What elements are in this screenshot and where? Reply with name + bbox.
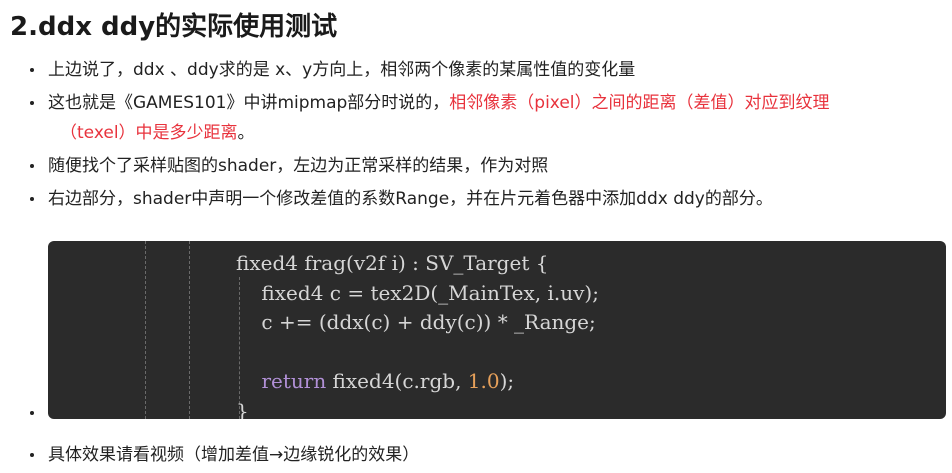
section-heading: 2.ddx ddy的实际使用测试 xyxy=(10,12,338,42)
list-item: 上边说了，ddx 、ddy求的是 x、y方向上，相邻两个像素的某属性值的变化量 xyxy=(0,55,952,85)
highlight-text: 相邻像素（pixel）之间的距离（差值）对应到纹理 xyxy=(449,93,830,113)
bullet-text: 具体效果请看视频（增加差值→边缘锐化的效果） xyxy=(48,445,420,465)
code-line: } xyxy=(236,398,249,420)
indent-guide xyxy=(145,241,146,419)
indent-guide xyxy=(189,241,190,419)
bullet-dot xyxy=(30,101,34,105)
bullet-dot xyxy=(30,164,34,168)
list-item: 这也就是《GAMES101》中讲mipmap部分时说的，相邻像素（pixel）之… xyxy=(0,88,952,148)
bullet-text-prefix: 这也就是《GAMES101》中讲mipmap部分时说的， xyxy=(48,93,450,113)
bullet-dot xyxy=(30,453,34,457)
code-line: fixed4(c.rgb, xyxy=(326,369,468,393)
code-line: fixed4 frag(v2f i) : SV_Target { xyxy=(236,251,549,275)
bullet-text: 随便找个了采样贴图的shader，左边为正常采样的结果，作为对照 xyxy=(48,156,549,176)
code-number: 1.0 xyxy=(467,369,500,393)
code-block: fixed4 frag(v2f i) : SV_Target { fixed4 … xyxy=(48,241,946,419)
bullet-text-suffix: 。 xyxy=(237,123,255,143)
bullet-text: 上边说了，ddx 、ddy求的是 x、y方向上，相邻两个像素的某属性值的变化量 xyxy=(48,60,636,80)
code-keyword: return xyxy=(261,369,327,393)
highlight-text-cont: （texel）中是多少距离 xyxy=(60,123,238,143)
list-item: 具体效果请看视频（增加差值→边缘锐化的效果） xyxy=(0,440,952,473)
bullet-dot xyxy=(30,197,34,201)
list-item: 右边部分，shader中声明一个修改差值的系数Range，并在片元着色器中添加d… xyxy=(0,184,952,214)
code-line: fixed4 c = tex2D(_MainTex, i.uv); xyxy=(236,280,599,305)
code-line: c += (ddx(c) + ddy(c)) * _Range; xyxy=(236,310,596,334)
code-line: ); xyxy=(499,369,515,393)
bullet-dot xyxy=(30,411,34,415)
bullet-list: 上边说了，ddx 、ddy求的是 x、y方向上，相邻两个像素的某属性值的变化量 … xyxy=(0,55,952,217)
code-text: fixed4 frag(v2f i) : SV_Target { fixed4 … xyxy=(236,249,599,419)
bullet-dot xyxy=(30,68,34,72)
bullet-text: 右边部分，shader中声明一个修改差值的系数Range，并在片元着色器中添加d… xyxy=(48,189,773,209)
last-bullet: 具体效果请看视频（增加差值→边缘锐化的效果） xyxy=(0,440,952,470)
list-item: 随便找个了采样贴图的shader，左边为正常采样的结果，作为对照 xyxy=(0,151,952,181)
